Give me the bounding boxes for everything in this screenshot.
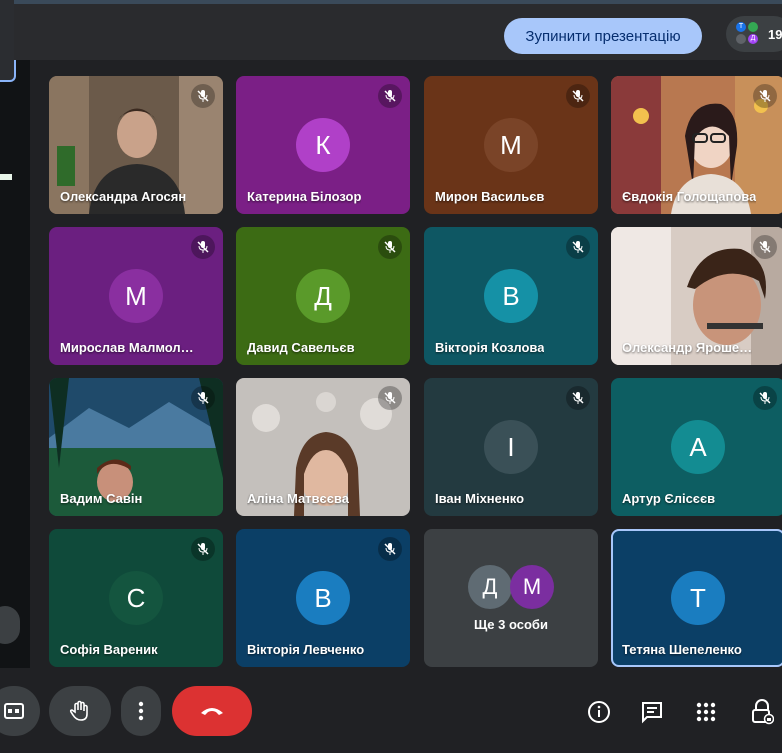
avatar: В	[484, 269, 538, 323]
presentation-panel	[0, 0, 30, 668]
participant-name: Давид Савельєв	[247, 340, 355, 355]
participant-name: Аліна Матвєєва	[247, 491, 349, 506]
participant-tile[interactable]: А Артур Єлісєєв	[611, 378, 782, 516]
mic-off-icon	[378, 386, 402, 410]
mic-off-icon	[566, 84, 590, 108]
captions-button[interactable]	[0, 686, 40, 736]
participant-tile[interactable]: С Софія Вареник	[49, 529, 223, 667]
more-participants-tile[interactable]: Д М Ще 3 особи	[424, 529, 598, 667]
stop-presenting-button[interactable]: Зупинити презентацію	[504, 18, 702, 54]
participant-name: Софія Вареник	[60, 642, 158, 657]
activities-button[interactable]	[692, 698, 720, 726]
more-options-button[interactable]	[121, 686, 161, 736]
participant-name: Вікторія Левченко	[247, 642, 365, 657]
mic-off-icon	[191, 235, 215, 259]
expand-button[interactable]	[0, 606, 20, 644]
participant-tile[interactable]: М Мирослав Малмол…	[49, 227, 223, 365]
participant-tile[interactable]: М Мирон Васильєв	[424, 76, 598, 214]
participant-tile[interactable]: Аліна Матвєєва	[236, 378, 410, 516]
avatar: К	[296, 118, 350, 172]
apps-grid-icon	[696, 702, 716, 722]
participant-name: Вікторія Козлова	[435, 340, 545, 355]
mic-off-icon	[753, 386, 777, 410]
host-controls-button[interactable]	[748, 698, 776, 726]
avatar: М	[109, 269, 163, 323]
participant-tile[interactable]: Євдокія Голощапова	[611, 76, 782, 214]
participant-tile[interactable]: Т Тетяна Шепеленко	[611, 529, 782, 667]
participant-name: Вадим Савін	[60, 491, 143, 506]
participant-name: Мирон Васильєв	[435, 189, 545, 204]
participant-tile[interactable]: В Вікторія Козлова	[424, 227, 598, 365]
participant-tile[interactable]: Олександра Агосян	[49, 76, 223, 214]
participant-name: Артур Єлісєєв	[622, 491, 716, 506]
more-avatars: Д М	[468, 565, 558, 611]
mic-off-icon	[753, 84, 777, 108]
mic-off-icon	[191, 84, 215, 108]
control-bar	[0, 668, 782, 753]
participant-name: Тетяна Шепеленко	[622, 642, 742, 657]
participant-tile[interactable]: Д Давид Савельєв	[236, 227, 410, 365]
mic-off-icon	[566, 235, 590, 259]
leave-call-button[interactable]	[172, 686, 252, 736]
participant-name: Олександр Ярошe…	[622, 340, 753, 355]
meeting-info-button[interactable]	[585, 698, 613, 726]
avatar: М	[484, 118, 538, 172]
avatar: М	[510, 565, 554, 609]
participant-tile[interactable]: Вадим Савін	[49, 378, 223, 516]
more-participants-label: Ще 3 особи	[474, 617, 548, 632]
raise-hand-button[interactable]	[49, 686, 111, 736]
participant-name: Мирослав Малмол…	[60, 340, 194, 355]
lock-person-icon	[752, 699, 774, 725]
captions-icon	[4, 703, 24, 719]
avatar: В	[296, 571, 350, 625]
participants-icon: Т Д	[734, 20, 762, 48]
avatar: А	[671, 420, 725, 474]
top-bar: Зупинити презентацію Т Д 19	[14, 0, 782, 60]
avatar: Д	[296, 269, 350, 323]
avatar: І	[484, 420, 538, 474]
mic-off-icon	[378, 235, 402, 259]
mic-off-icon	[378, 84, 402, 108]
mic-off-icon	[191, 537, 215, 561]
avatar: С	[109, 571, 163, 625]
info-icon	[588, 701, 610, 723]
chat-button[interactable]	[638, 698, 666, 726]
hand-icon	[69, 700, 88, 721]
participant-tile[interactable]: К Катерина Білозор	[236, 76, 410, 214]
mic-off-icon	[753, 235, 777, 259]
participant-tile[interactable]: І Іван Міхненко	[424, 378, 598, 516]
participant-tile[interactable]: Олександр Ярошe…	[611, 227, 782, 365]
mic-off-icon	[378, 537, 402, 561]
people-button[interactable]: Т Д 19	[726, 16, 782, 52]
chat-icon	[642, 702, 662, 724]
participant-name: Катерина Білозор	[247, 189, 362, 204]
mic-off-icon	[191, 386, 215, 410]
participant-count: 19	[768, 26, 782, 42]
more-vert-icon	[138, 701, 144, 721]
mic-off-icon	[566, 386, 590, 410]
participant-name: Євдокія Голощапова	[622, 189, 757, 204]
participant-tile[interactable]: В Вікторія Левченко	[236, 529, 410, 667]
avatar: Д	[468, 565, 512, 609]
participant-name: Іван Міхненко	[435, 491, 525, 506]
participant-name: Олександра Агосян	[60, 189, 187, 204]
avatar: Т	[671, 571, 725, 625]
call-end-icon	[201, 708, 223, 715]
presentation-edge	[0, 174, 12, 180]
